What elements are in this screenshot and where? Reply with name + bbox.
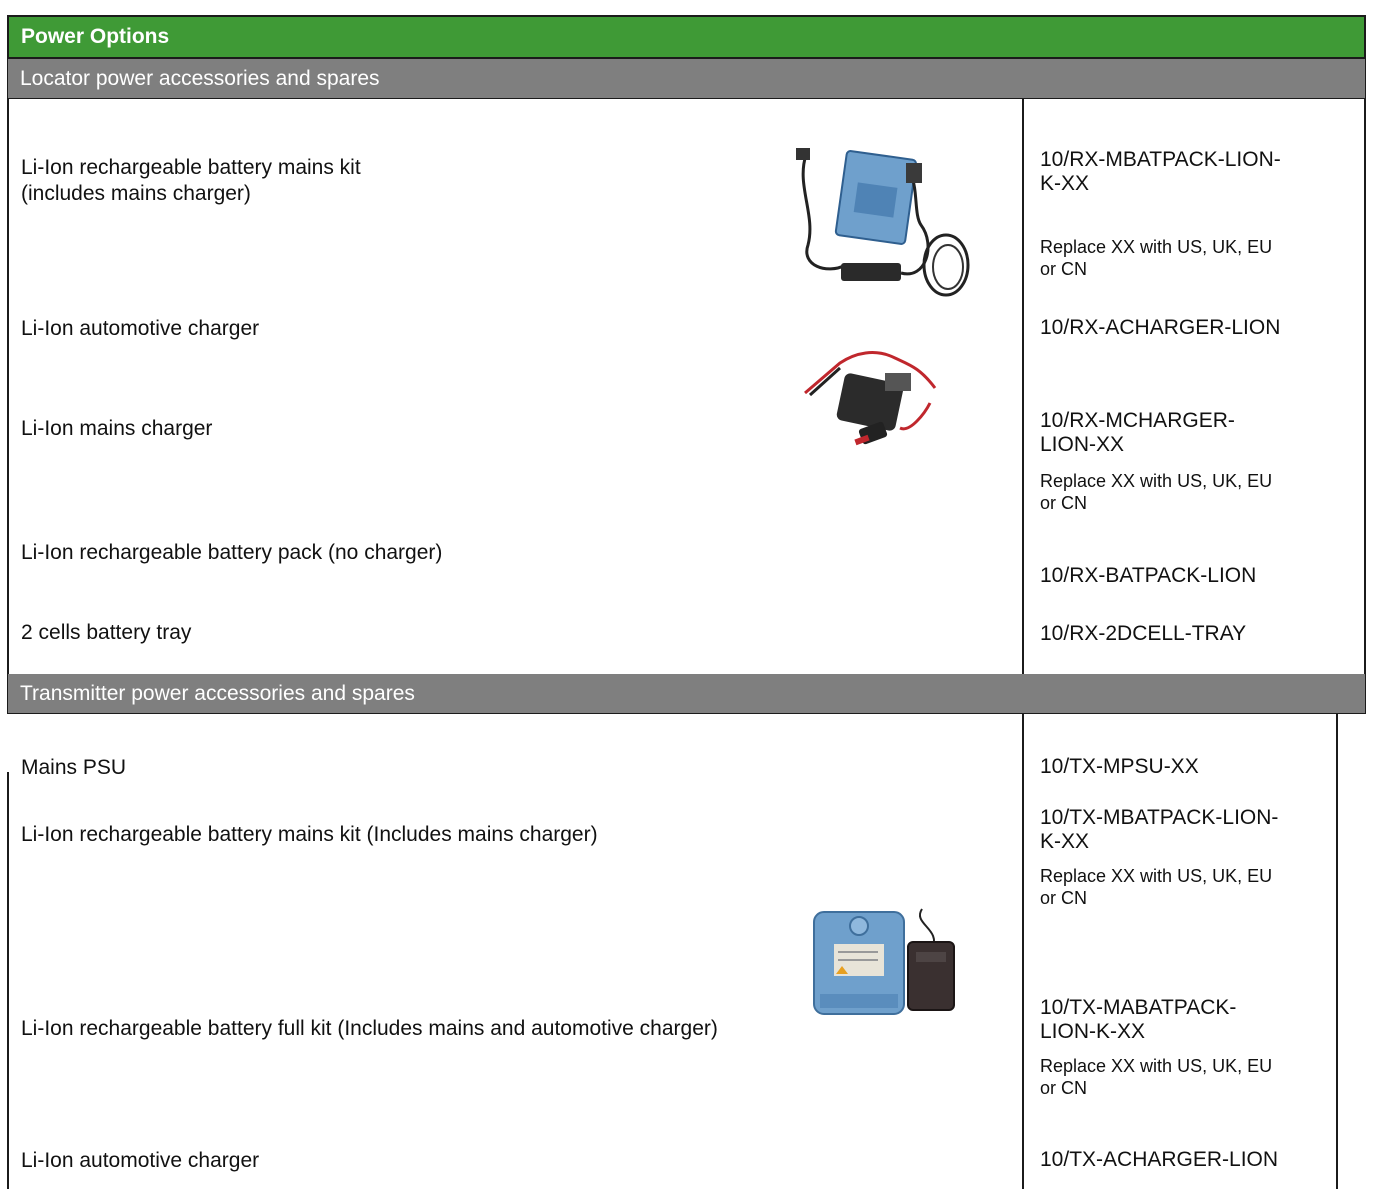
replace-note: Replace XX with US, UK, EU or CN [1040,470,1360,514]
part-code: 10/RX-2DCELL-TRAY [1040,622,1247,645]
code-line: 10/RX-MCHARGER- [1040,409,1235,432]
code-line: 10/TX-MABATPACK- [1040,996,1237,1019]
note-line: Replace XX with US, UK, EU [1040,471,1273,491]
note-line: Replace XX with US, UK, EU [1040,1056,1273,1076]
power-options-table: Power Options Locator power accessories … [0,0,1373,1189]
section-transmitter: Transmitter power accessories and spares [7,674,1366,714]
replace-note: Replace XX with US, UK, EU or CN [1040,1055,1360,1099]
part-code: 10/RX-MCHARGER- LION-XX [1040,409,1360,457]
note-line: Replace XX with US, UK, EU [1040,866,1273,886]
note-line: or CN [1040,493,1088,513]
part-code: 10/TX-MABATPACK- LION-K-XX [1040,996,1360,1044]
code-line: K-XX [1040,172,1090,195]
column-divider [1022,99,1024,674]
section-title: Transmitter power accessories and spares [20,682,415,705]
part-code: 10/RX-MBATPACK-LION- K-XX [1040,148,1360,196]
row-desc: Mains PSU [21,756,127,779]
row-desc: Li-Ion mains charger [21,417,213,440]
part-code: 10/RX-BATPACK-LION [1040,564,1257,587]
table-right-border [1336,714,1338,1189]
part-code: 10/TX-MBATPACK-LION- K-XX [1040,806,1360,854]
note-line: or CN [1040,1078,1088,1098]
part-code: 10/TX-MPSU-XX [1040,755,1199,778]
row-desc: Li-Ion rechargeable battery full kit (In… [21,1017,718,1040]
code-line: 10/TX-MBATPACK-LION- [1040,806,1279,829]
part-code: 10/TX-ACHARGER-LION [1040,1148,1279,1171]
part-code: 10/RX-ACHARGER-LION [1040,316,1281,339]
replace-note: Replace XX with US, UK, EU or CN [1040,236,1360,280]
row-desc: 2 cells battery tray [21,621,192,644]
row-desc: Li-Ion rechargeable battery mains kit (I… [21,823,598,846]
table-right-border [1364,99,1366,674]
desc-line: Li-Ion rechargeable battery mains kit [21,156,361,179]
note-line: or CN [1040,888,1088,908]
table-header: Power Options [7,15,1366,59]
table-left-border [7,772,9,1189]
note-line: or CN [1040,259,1088,279]
row-desc: Li-Ion rechargeable battery pack (no cha… [21,541,443,564]
replace-note: Replace XX with US, UK, EU or CN [1040,865,1360,909]
row-desc: Li-Ion rechargeable battery mains kit (i… [21,155,361,207]
code-line: 10/RX-MBATPACK-LION- [1040,148,1281,171]
table-title: Power Options [21,25,170,48]
note-line: Replace XX with US, UK, EU [1040,237,1273,257]
row-desc: Li-Ion automotive charger [21,317,260,340]
desc-line: (includes mains charger) [21,182,251,205]
code-line: LION-K-XX [1040,1020,1146,1043]
automotive-charger-photo [804,351,937,446]
section-locator: Locator power accessories and spares [7,59,1366,99]
code-line: LION-XX [1040,433,1125,456]
section-title: Locator power accessories and spares [20,67,380,90]
row-desc: Li-Ion automotive charger [21,1149,260,1172]
table-left-border [7,99,9,674]
battery-mains-kit-photo [796,148,970,297]
code-line: K-XX [1040,830,1090,853]
tx-battery-charger-photo [813,908,955,1015]
column-divider [1022,714,1024,1189]
